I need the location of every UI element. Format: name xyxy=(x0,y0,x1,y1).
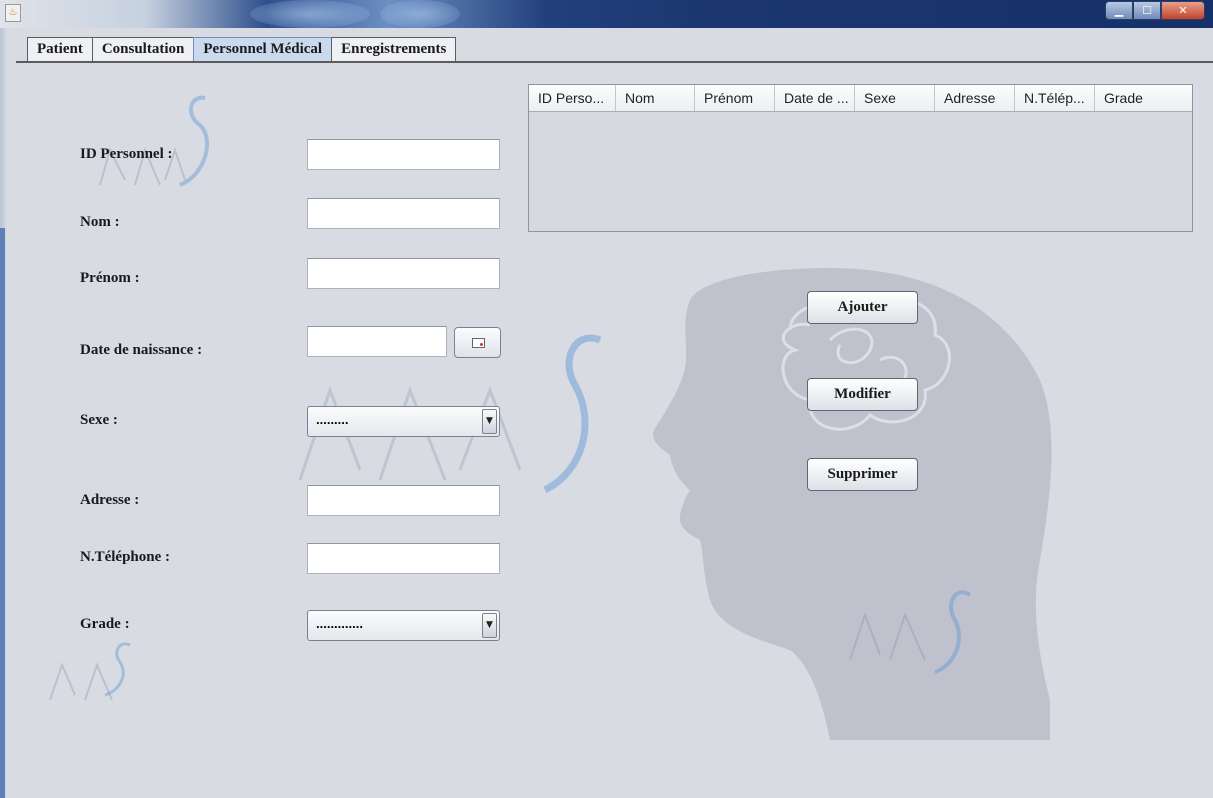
adresse-label: Adresse : xyxy=(80,492,140,508)
column-header-nom[interactable]: Nom xyxy=(616,85,695,111)
chevron-down-icon[interactable]: ▼ xyxy=(482,613,497,638)
tab-enregistrements[interactable]: Enregistrements xyxy=(331,37,457,61)
grade-selected-value: ............. xyxy=(316,616,363,631)
column-header-adresse[interactable]: Adresse xyxy=(935,85,1015,111)
column-header-sexe[interactable]: Sexe xyxy=(855,85,935,111)
sexe-selected-value: ......... xyxy=(316,412,349,427)
head-silhouette xyxy=(653,268,1052,740)
date-picker-button[interactable] xyxy=(454,327,501,358)
column-header-prenom[interactable]: Prénom xyxy=(695,85,775,111)
id-personnel-label: ID Personnel : xyxy=(80,146,173,162)
prenom-label: Prénom : xyxy=(80,270,140,286)
modifier-button[interactable]: Modifier xyxy=(807,378,918,411)
nom-label: Nom : xyxy=(80,214,120,230)
date-naissance-field[interactable] xyxy=(307,326,447,357)
table-header: ID Perso... Nom Prénom Date de ... Sexe … xyxy=(529,85,1192,112)
grade-label: Grade : xyxy=(80,616,130,632)
grade-select[interactable]: ............. ▼ xyxy=(307,610,500,641)
prenom-field[interactable] xyxy=(307,258,500,289)
ajouter-button[interactable]: Ajouter xyxy=(807,291,918,324)
telephone-label: N.Téléphone : xyxy=(80,549,170,565)
nom-field[interactable] xyxy=(307,198,500,229)
sexe-select[interactable]: ......... ▼ xyxy=(307,406,500,437)
supprimer-button[interactable]: Supprimer xyxy=(807,458,918,491)
tab-consultation[interactable]: Consultation xyxy=(91,37,195,61)
adresse-field[interactable] xyxy=(307,485,500,516)
column-header-date[interactable]: Date de ... xyxy=(775,85,855,111)
chevron-down-icon[interactable]: ▼ xyxy=(482,409,497,434)
column-header-id[interactable]: ID Perso... xyxy=(529,85,616,111)
tab-bar: Patient Consultation Personnel Médical E… xyxy=(27,37,457,62)
tab-personnel-medical[interactable]: Personnel Médical xyxy=(193,37,333,61)
sexe-label: Sexe : xyxy=(80,412,118,428)
telephone-field[interactable] xyxy=(307,543,500,574)
date-naissance-label: Date de naissance : xyxy=(80,342,203,358)
tab-patient[interactable]: Patient xyxy=(27,37,93,61)
column-header-telephone[interactable]: N.Télép... xyxy=(1015,85,1095,111)
calendar-icon xyxy=(472,338,485,348)
id-personnel-field[interactable] xyxy=(307,139,500,170)
personnel-table[interactable]: ID Perso... Nom Prénom Date de ... Sexe … xyxy=(528,84,1193,232)
column-header-grade[interactable]: Grade xyxy=(1095,85,1192,111)
tab-divider xyxy=(16,61,1213,63)
